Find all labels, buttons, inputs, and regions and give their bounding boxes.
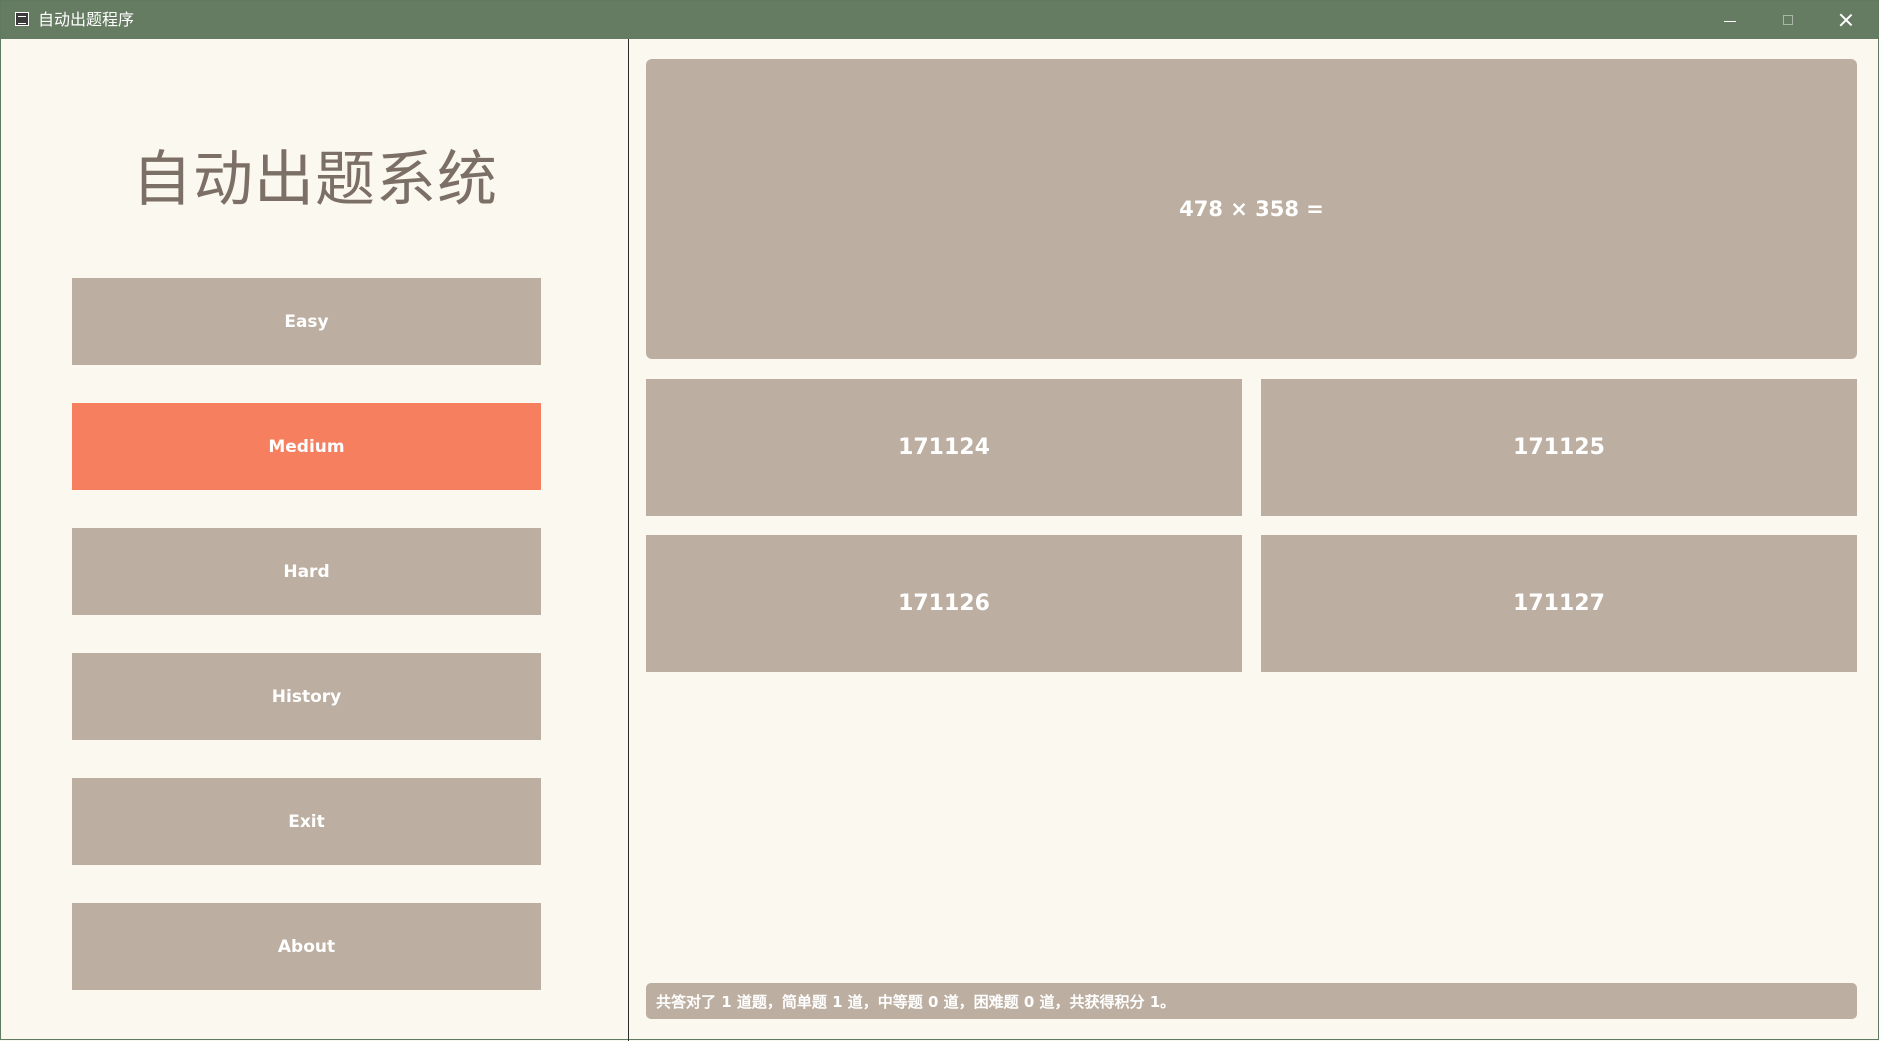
question-display: 478 × 358 = [646,59,1857,359]
sidebar: 自动出题系统 Easy Medium Hard History Exit Abo… [2,39,628,1039]
close-icon [1839,13,1853,27]
minimize-button[interactable] [1701,1,1759,39]
easy-button[interactable]: Easy [72,278,541,365]
maximize-button[interactable] [1759,1,1817,39]
answer-button-4[interactable]: 171127 [1261,535,1857,672]
hard-button[interactable]: Hard [72,528,541,615]
score-status: 共答对了 1 道题，简单题 1 道，中等题 0 道，困难题 0 道，共获得积分 … [646,983,1857,1019]
answer-button-3[interactable]: 171126 [646,535,1242,672]
history-button[interactable]: History [72,653,541,740]
title-bar[interactable]: 自动出题程序 [1,1,1878,39]
app-title: 自动出题系统 [132,145,498,215]
app-window: 自动出题程序 自动出题系统 Easy Medium Hard History E… [0,0,1879,1041]
main-panel: 478 × 358 = 171124 171125 171126 171127 … [629,39,1878,1039]
answer-button-1[interactable]: 171124 [646,379,1242,516]
about-button[interactable]: About [72,903,541,990]
minimize-icon [1724,20,1736,22]
answer-button-2[interactable]: 171125 [1261,379,1857,516]
medium-button[interactable]: Medium [72,403,541,490]
close-button[interactable] [1817,1,1875,39]
exit-button[interactable]: Exit [72,778,541,865]
maximize-icon [1783,15,1793,25]
window-title: 自动出题程序 [38,10,135,29]
app-icon [15,12,29,26]
